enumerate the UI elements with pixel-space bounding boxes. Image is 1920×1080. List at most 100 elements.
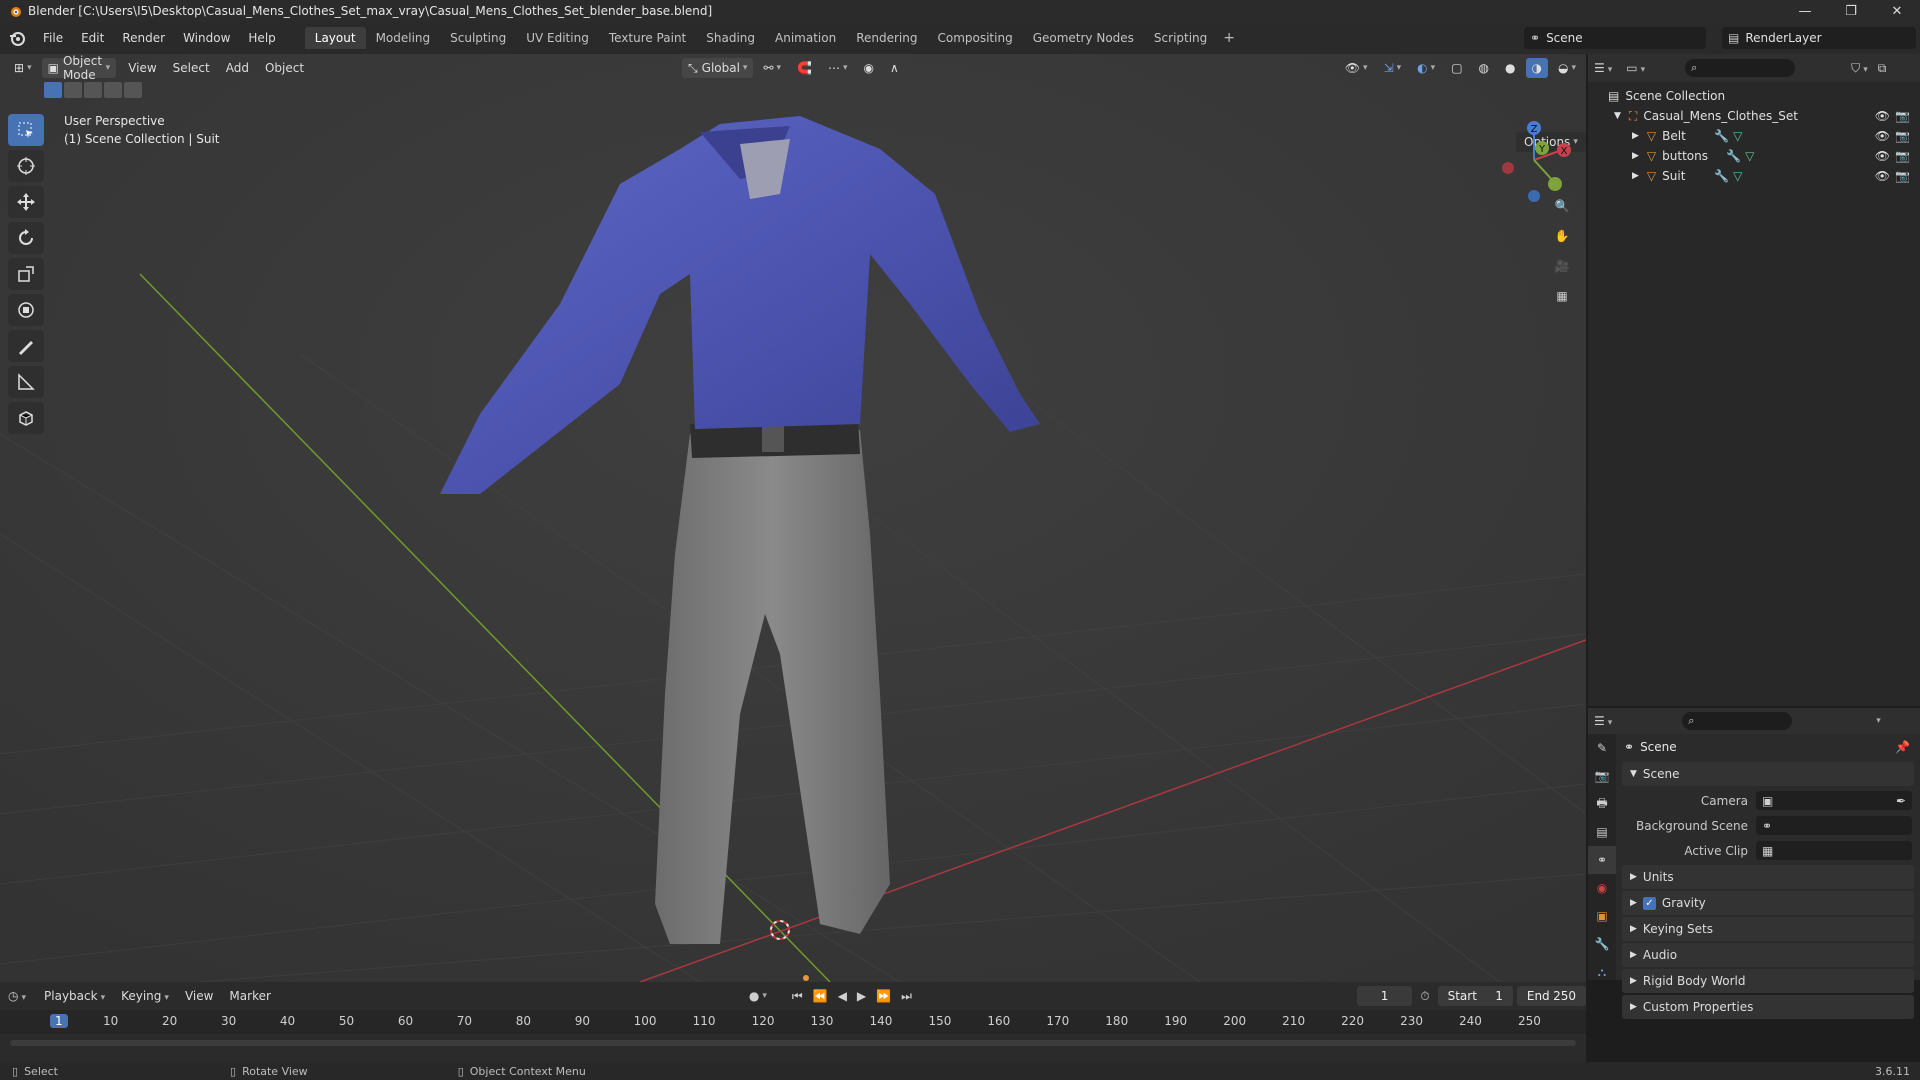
expand-arrow-icon[interactable]: ▶ (1632, 131, 1639, 141)
tab-layout[interactable]: Layout (304, 27, 366, 49)
xray-toggle[interactable]: ▢ (1445, 58, 1468, 78)
start-frame-field[interactable]: Start 1 (1437, 986, 1513, 1006)
panel-rigid-body-world-header[interactable]: ▶ Rigid Body World (1622, 969, 1914, 993)
maximize-button[interactable]: ❐ (1828, 0, 1874, 22)
jump-start-icon[interactable]: ⏮ (792, 989, 803, 1004)
outliner-object-belt[interactable]: ▶ ▽ Belt 🔧 ▽ 👁 📷 (1588, 126, 1920, 146)
timeline-menu-playback[interactable]: Playback ▾ (36, 989, 113, 1003)
expand-arrow-icon[interactable]: ▼ (1614, 111, 1621, 121)
measure-tool[interactable] (8, 366, 44, 398)
camera-view-icon[interactable]: 🎥 (1548, 252, 1576, 280)
panel-custom-properties-header[interactable]: ▶ Custom Properties (1622, 995, 1914, 1019)
render-layer-selector[interactable]: ▤ RenderLayer (1722, 27, 1916, 49)
panel-keying-sets-header[interactable]: ▶ Keying Sets (1622, 917, 1914, 941)
render-camera-icon[interactable]: 📷 (1895, 109, 1910, 123)
scale-tool[interactable] (8, 258, 44, 290)
snap-target-button[interactable]: ⋯ ▾ (822, 58, 854, 78)
mesh-data-icon[interactable]: ▽ (1745, 149, 1754, 163)
viewport-menu-view[interactable]: View (120, 61, 164, 75)
pan-hand-icon[interactable]: ✋ (1548, 222, 1576, 250)
panel-gravity-header[interactable]: ▶ ✓ Gravity (1622, 891, 1914, 915)
preview-range-icon[interactable]: ⏱ (1420, 989, 1429, 1004)
outliner-search-input[interactable]: ⌕ (1685, 59, 1796, 77)
mesh-data-icon[interactable]: ▽ (1733, 129, 1742, 143)
render-camera-icon[interactable]: 📷 (1895, 129, 1910, 143)
select-box-tool[interactable] (8, 114, 44, 146)
active-clip-field[interactable]: ▦ (1756, 841, 1912, 860)
shading-material-button[interactable]: ◑ (1525, 58, 1548, 78)
rotate-tool[interactable] (8, 222, 44, 254)
zoom-icon[interactable]: 🔍 (1548, 192, 1576, 220)
panel-units-header[interactable]: ▶ Units (1622, 865, 1914, 889)
modifier-wrench-icon[interactable]: 🔧 (1714, 129, 1729, 143)
tool-tab-icon[interactable]: ✎ (1588, 734, 1616, 762)
select-extend-icon[interactable] (64, 82, 82, 98)
render-camera-icon[interactable]: 📷 (1895, 149, 1910, 163)
transform-orientation-dropdown[interactable]: ⤡ Global ▾ (682, 58, 754, 78)
outliner-object-buttons[interactable]: ▶ ▽ buttons 🔧 ▽ 👁 📷 (1588, 146, 1920, 166)
shading-solid-button[interactable]: ● (1499, 58, 1521, 78)
select-new-icon[interactable] (44, 82, 62, 98)
transform-tool[interactable] (8, 294, 44, 326)
tab-sculpting[interactable]: Sculpting (440, 27, 516, 49)
expand-arrow-icon[interactable]: ▶ (1632, 171, 1639, 181)
tab-modeling[interactable]: Modeling (366, 27, 441, 49)
new-collection-icon[interactable]: ⧉ (1878, 61, 1887, 76)
panel-scene-header[interactable]: ▼ Scene (1622, 762, 1914, 786)
menu-render[interactable]: Render (113, 31, 174, 45)
menu-help[interactable]: Help (239, 31, 284, 45)
modifier-tab-icon[interactable]: 🔧 (1588, 930, 1616, 958)
panel-audio-header[interactable]: ▶ Audio (1622, 943, 1914, 967)
visibility-selectability-button[interactable]: 👁 ▾ (1339, 58, 1374, 78)
outliner-editor-icon[interactable]: ☰ ▾ (1594, 61, 1612, 75)
tab-compositing[interactable]: Compositing (927, 27, 1022, 49)
pin-icon[interactable]: 📌 (1895, 740, 1910, 754)
keying-options-icon[interactable]: ▾ (762, 991, 767, 1001)
timeline-menu-view[interactable]: View (177, 989, 221, 1003)
timeline-menu-marker[interactable]: Marker (221, 989, 278, 1003)
properties-search-input[interactable]: ⌕ (1682, 712, 1793, 730)
tab-scripting[interactable]: Scripting (1144, 27, 1217, 49)
timeline-playhead[interactable]: 1 (50, 1014, 68, 1028)
viewport-menu-add[interactable]: Add (218, 61, 257, 75)
expand-arrow-icon[interactable]: ▶ (1632, 151, 1639, 161)
output-tab-icon[interactable]: 🖶 (1588, 790, 1616, 818)
jump-end-icon[interactable]: ⏭ (901, 989, 912, 1004)
tab-geometry-nodes[interactable]: Geometry Nodes (1023, 27, 1144, 49)
menu-edit[interactable]: Edit (72, 31, 113, 45)
close-button[interactable]: ✕ (1874, 0, 1920, 22)
viewport-menu-object[interactable]: Object (257, 61, 312, 75)
jump-next-keyframe-icon[interactable]: ⏩ (876, 989, 891, 1003)
timeline-menu-keying[interactable]: Keying ▾ (113, 989, 177, 1003)
outliner-scene-collection[interactable]: ▤ Scene Collection (1588, 86, 1920, 106)
shading-rendered-button[interactable]: ◒ ▾ (1552, 58, 1582, 78)
render-camera-icon[interactable]: 📷 (1895, 169, 1910, 183)
select-intersect-icon[interactable] (124, 82, 142, 98)
modifier-wrench-icon[interactable]: 🔧 (1714, 169, 1729, 183)
eyedropper-icon[interactable]: ✒ (1896, 794, 1906, 808)
properties-editor-icon[interactable]: ☰ ▾ (1594, 714, 1612, 728)
visibility-eye-icon[interactable]: 👁 (1875, 169, 1890, 183)
jump-prev-keyframe-icon[interactable]: ⏪ (813, 989, 828, 1003)
add-workspace-icon[interactable]: + (1217, 30, 1241, 46)
world-tab-icon[interactable]: ◉ (1588, 874, 1616, 902)
filter-icon[interactable]: ⛉ ▾ (1851, 61, 1868, 76)
blender-menu-icon[interactable] (0, 22, 34, 54)
overlays-toggle[interactable]: ◐ ▾ (1411, 58, 1441, 78)
tab-animation[interactable]: Animation (765, 27, 846, 49)
modifier-wrench-icon[interactable]: 🔧 (1726, 149, 1741, 163)
mesh-data-icon[interactable]: ▽ (1733, 169, 1742, 183)
viewport-menu-select[interactable]: Select (165, 61, 218, 75)
physics-tab-icon[interactable]: ⛬ (1588, 958, 1616, 986)
pivot-point-button[interactable]: ⚯ ▾ (757, 58, 787, 78)
proportional-edit-toggle[interactable]: ◉ (858, 58, 880, 78)
3d-viewport[interactable]: ⊞ ▾ ▣ Object Mode ▾ View Select Add Object… (0, 54, 1586, 982)
background-scene-field[interactable]: ⚭ (1756, 816, 1912, 835)
object-tab-icon[interactable]: ▣ (1588, 902, 1616, 930)
shading-wireframe-button[interactable]: ◍ (1473, 58, 1495, 78)
tab-shading[interactable]: Shading (696, 27, 765, 49)
outliner-collection-row[interactable]: ▼ ⛶ Casual_Mens_Clothes_Set 👁 📷 (1588, 106, 1920, 126)
current-frame-field[interactable]: 1 (1356, 986, 1413, 1006)
ortho-grid-icon[interactable]: ▦ (1548, 282, 1576, 310)
select-invert-icon[interactable] (104, 82, 122, 98)
